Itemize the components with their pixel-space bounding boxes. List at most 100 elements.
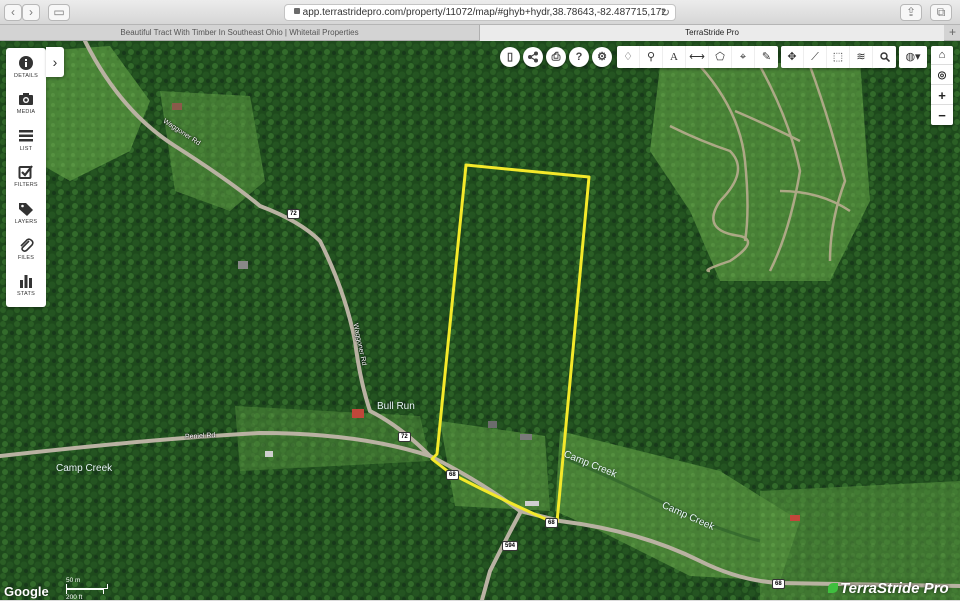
- tool-measure-line[interactable]: ⟷: [686, 46, 709, 68]
- place-label-bull-run: Bull Run: [377, 401, 415, 412]
- select-area-icon: ⬚: [832, 51, 844, 63]
- tabs-overview-icon[interactable]: ⧉: [930, 4, 952, 21]
- panel-item-label: LAYERS: [14, 219, 38, 225]
- lightbulb-icon: ♢: [623, 51, 633, 63]
- panel-details[interactable]: DETAILS: [6, 52, 46, 88]
- panel-item-label: MEDIA: [16, 109, 36, 115]
- address-bar[interactable]: app.terrastridepro.com/property/11072/ma…: [284, 4, 676, 21]
- tool-crosshair[interactable]: ⌖: [732, 46, 755, 68]
- measure-line-icon: ⟷: [689, 51, 705, 63]
- polygon-icon: ⬠: [715, 51, 725, 63]
- google-attribution: Google: [4, 584, 49, 599]
- crosshair-icon: ⌖: [739, 51, 747, 63]
- sidebar-toggle-icon[interactable]: ▭: [48, 4, 70, 21]
- reload-icon[interactable]: ↻: [661, 6, 670, 21]
- new-tab-icon[interactable]: +: [949, 25, 956, 40]
- route-shield: 72: [287, 209, 300, 219]
- route-shield: 68: [545, 518, 558, 528]
- layers-icon: ≋: [856, 51, 866, 63]
- text-icon: A: [670, 51, 678, 63]
- browser-toolbar: ‹ › ▭ app.terrastridepro.com/property/11…: [0, 0, 960, 25]
- tool-polygon[interactable]: ⬠: [709, 46, 732, 68]
- route-shield: 72: [398, 432, 411, 442]
- side-panel: DETAILS MEDIA LIST FILTERS LAYERS FILES …: [6, 48, 46, 307]
- tool-pencil[interactable]: ✎: [755, 46, 778, 68]
- map-toolbar: ✥ ⟋ ⬚ ≋: [781, 46, 896, 68]
- tool-lightbulb[interactable]: ♢: [617, 46, 640, 68]
- back-button[interactable]: ‹: [4, 4, 22, 21]
- settings-icon: ⚙: [597, 51, 607, 63]
- panel-stats[interactable]: STATS: [6, 270, 46, 306]
- forward-button[interactable]: ›: [22, 4, 40, 21]
- tool-text[interactable]: A: [663, 46, 686, 68]
- locate-button[interactable]: ◎: [931, 66, 953, 85]
- checkbox-icon: [18, 165, 33, 179]
- map-controls: ⌂ ◎ + −: [931, 46, 953, 125]
- pin-icon: ⚲: [646, 51, 656, 63]
- settings-button[interactable]: ⚙: [592, 47, 612, 67]
- home-button[interactable]: ⌂: [931, 46, 953, 65]
- mobile-button[interactable]: ▯: [500, 47, 520, 67]
- panel-collapse-button[interactable]: ›: [46, 47, 64, 77]
- building: [352, 409, 364, 418]
- url-text: app.terrastridepro.com/property/11072/ma…: [302, 7, 667, 18]
- tool-pin[interactable]: ⚲: [640, 46, 663, 68]
- basemap-dropdown[interactable]: ◍▾: [899, 46, 927, 68]
- scale-bar: 50 m 200 ft: [66, 577, 108, 601]
- share-icon: [528, 51, 538, 63]
- home-icon: ⌂: [938, 49, 946, 61]
- water-label-camp-creek: Camp Creek: [56, 463, 113, 474]
- bar-chart-icon: [20, 275, 32, 288]
- share-browser-icon[interactable]: ⇪: [900, 4, 922, 21]
- map-imagery: [0, 41, 960, 600]
- help-button[interactable]: ?: [569, 47, 589, 67]
- mobile-icon: ▯: [506, 51, 514, 63]
- panel-filters[interactable]: FILTERS: [6, 161, 46, 197]
- basemap-toolbar: ◍▾: [899, 46, 927, 68]
- panel-item-label: LIST: [19, 146, 33, 152]
- panel-list[interactable]: LIST: [6, 125, 46, 161]
- tag-icon: [19, 203, 33, 216]
- paperclip-icon: [20, 238, 34, 252]
- tab-bar: Beautiful Tract With Timber In Southeast…: [0, 25, 960, 41]
- satellite-map[interactable]: Waggoner Rd Waggoner Rd Peniel Rd Bull R…: [0, 41, 960, 600]
- panel-layers[interactable]: LAYERS: [6, 198, 46, 234]
- zoom-in-button[interactable]: +: [931, 86, 953, 105]
- info-icon: [19, 56, 33, 70]
- print-icon: ⎙: [551, 51, 561, 63]
- ruler-icon: ⟋: [811, 51, 819, 63]
- building: [238, 261, 248, 269]
- print-button[interactable]: ⎙: [546, 47, 566, 67]
- drawing-toolbar: ♢ ⚲ A ⟷ ⬠ ⌖ ✎: [617, 46, 778, 68]
- route-shield: 68: [772, 579, 785, 589]
- panel-item-label: STATS: [17, 291, 35, 297]
- panel-media[interactable]: MEDIA: [6, 88, 46, 124]
- globe-icon: ◍▾: [905, 51, 921, 63]
- panel-files[interactable]: FILES: [6, 234, 46, 270]
- tool-ruler[interactable]: ⟋: [804, 46, 827, 68]
- building: [488, 421, 497, 428]
- building: [265, 451, 273, 457]
- share-button[interactable]: [523, 47, 543, 67]
- route-shield: 68: [446, 470, 459, 480]
- pencil-icon: ✎: [761, 51, 772, 63]
- tool-layers[interactable]: ≋: [850, 46, 873, 68]
- zoom-out-button[interactable]: −: [931, 106, 953, 125]
- tab-whitetail[interactable]: Beautiful Tract With Timber In Southeast…: [0, 25, 480, 41]
- tool-select-area[interactable]: ⬚: [827, 46, 850, 68]
- help-icon: ?: [575, 51, 583, 63]
- building: [525, 501, 539, 506]
- panel-item-label: DETAILS: [14, 73, 38, 79]
- move-icon: ✥: [787, 51, 797, 63]
- scale-metric-label: 50 m: [66, 577, 81, 584]
- chevron-right-icon: ›: [52, 54, 58, 70]
- panel-item-label: FILES: [17, 255, 35, 261]
- tab-terrastride[interactable]: TerraStride Pro: [480, 25, 944, 41]
- locate-icon: ◎: [937, 70, 947, 81]
- brand-watermark: TerraStride Pro: [828, 580, 949, 597]
- tool-move[interactable]: ✥: [781, 46, 804, 68]
- search-icon: [879, 52, 890, 63]
- brand-name: TerraStride Pro: [840, 580, 949, 597]
- building: [790, 515, 800, 521]
- tool-search[interactable]: [873, 46, 896, 68]
